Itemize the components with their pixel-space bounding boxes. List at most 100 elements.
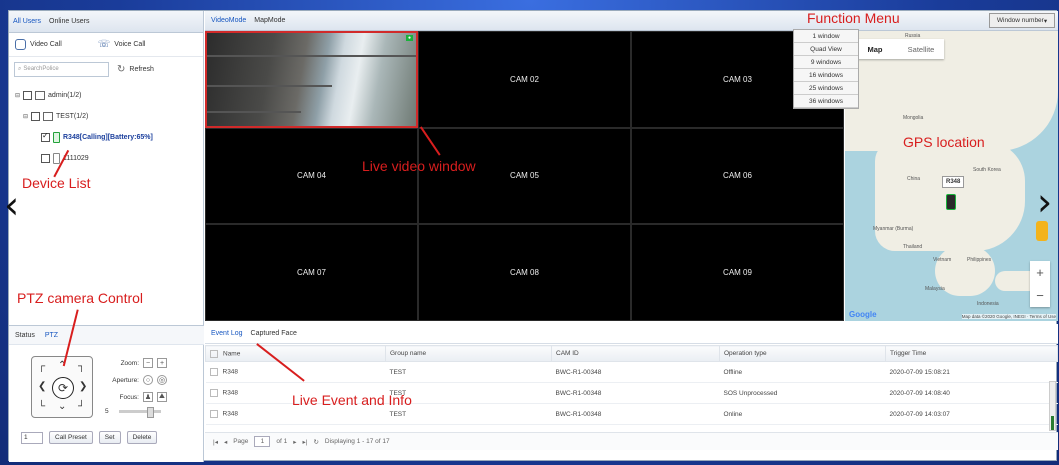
menu-item-36-windows[interactable]: 36 windows — [794, 95, 858, 108]
cell-operation: Online — [719, 403, 886, 425]
voice-call-label: Voice Call — [114, 41, 146, 48]
video-cell[interactable]: CAM 04 — [205, 127, 418, 225]
tree-node-test[interactable]: ⊟ TEST(1/2) — [15, 106, 153, 127]
search-input[interactable]: ⌕ SearchPolice — [14, 61, 109, 77]
tree-checkbox[interactable] — [41, 131, 50, 142]
street-view-icon[interactable] — [1036, 221, 1048, 241]
tab-status[interactable]: Status — [15, 332, 35, 339]
ptz-center-icon[interactable]: ⟳ — [52, 377, 74, 399]
video-cell[interactable]: CAM 06 — [631, 127, 844, 225]
collapse-icon[interactable]: ⊟ — [15, 92, 20, 99]
menu-item-9-windows[interactable]: 9 windows — [794, 56, 858, 69]
tree-node-1111029[interactable]: 1111029 — [15, 148, 153, 169]
preset-number-stepper[interactable]: 1 — [21, 431, 43, 444]
map-type-control: Map Satellite — [852, 39, 944, 59]
up-right-icon[interactable]: ┐ — [78, 361, 85, 372]
row-checkbox[interactable] — [209, 389, 218, 397]
tab-ptz[interactable]: PTZ — [45, 332, 58, 339]
table-row[interactable]: R348 TEST BWC-R1-00348 Offline 2020-07-0… — [205, 361, 1058, 383]
column-header-trigger-time[interactable]: Trigger Time — [885, 345, 1058, 362]
cell-text: R348 — [222, 410, 239, 418]
tree-label: 1111029 — [63, 155, 89, 162]
focus-near-icon[interactable]: ♟ — [143, 392, 153, 402]
aperture-open-icon[interactable]: ◎ — [157, 375, 167, 385]
collapse-icon[interactable]: ⊟ — [23, 113, 28, 120]
window-number-dropdown[interactable]: Window number ▾ — [989, 13, 1055, 28]
tree-checkbox[interactable] — [31, 112, 41, 121]
menu-item-16-windows[interactable]: 16 windows — [794, 69, 858, 82]
last-page-icon[interactable]: ▸| — [303, 438, 308, 446]
refresh-button[interactable]: ↻ Refresh — [117, 64, 154, 75]
feed-detail — [207, 111, 302, 113]
map-type-satellite-button[interactable]: Satellite — [898, 45, 944, 54]
menu-item-25-windows[interactable]: 25 windows — [794, 82, 858, 95]
tree-node-admin[interactable]: ⊟ admin(1/2) — [15, 85, 153, 106]
up-left-icon[interactable]: ┌ — [38, 361, 45, 372]
page-input[interactable]: 1 — [254, 436, 271, 447]
previous-slide-icon[interactable]: ‹ — [4, 186, 19, 224]
tree-node-r348[interactable]: R348[Calling][Battery:65%] — [15, 127, 153, 148]
map-zoom-in-icon[interactable]: + — [1036, 265, 1044, 280]
video-cell[interactable]: CAM 09 — [631, 224, 844, 321]
column-header-cam-id[interactable]: CAM ID — [551, 345, 720, 362]
menu-item-quad-view[interactable]: Quad View — [794, 43, 858, 56]
annotation-live-video: Live video window — [362, 158, 476, 174]
first-page-icon[interactable]: |◂ — [213, 438, 218, 446]
video-cell[interactable]: CAM 07 — [205, 224, 418, 321]
tree-label: admin(1/2) — [48, 92, 82, 99]
column-header-name[interactable]: Name — [205, 345, 386, 362]
set-preset-button[interactable]: Set — [98, 431, 121, 444]
voice-call-button[interactable]: ☏ Voice Call — [98, 39, 146, 50]
call-preset-button[interactable]: Call Preset — [49, 431, 93, 444]
map-label: Indonesia — [977, 301, 999, 307]
tab-video-mode[interactable]: VideoMode — [211, 17, 246, 24]
preset-value: 1 — [24, 434, 28, 441]
video-call-icon — [15, 39, 26, 50]
next-page-icon[interactable]: ▸ — [293, 438, 296, 446]
delete-preset-button[interactable]: Delete — [126, 431, 158, 444]
video-cell[interactable]: CAM 05 — [418, 127, 631, 225]
prev-page-icon[interactable]: ◂ — [224, 438, 227, 446]
column-header-group[interactable]: Group name — [385, 345, 552, 362]
map-zoom-out-icon[interactable]: − — [1036, 288, 1044, 303]
right-icon[interactable]: ❯ — [79, 381, 87, 392]
select-all-checkbox[interactable] — [210, 349, 218, 358]
annotation-device-list: Device List — [22, 175, 91, 191]
down-right-icon[interactable]: ┘ — [78, 401, 85, 412]
zoom-in-icon[interactable]: + — [157, 358, 167, 368]
tab-event-log[interactable]: Event Log — [211, 330, 243, 337]
device-marker-label[interactable]: R348 — [942, 176, 965, 188]
cell-text: R348 — [222, 389, 239, 397]
gps-map[interactable]: Russia Mongolia China South Korea Myanma… — [845, 31, 1058, 321]
tab-online-users[interactable]: Online Users — [49, 18, 89, 25]
row-checkbox[interactable] — [209, 410, 218, 418]
down-icon[interactable]: ⌄ — [58, 401, 66, 412]
video-cell-live[interactable]: ● — [205, 31, 418, 128]
video-cell[interactable]: CAM 08 — [418, 224, 631, 321]
device-pin-icon[interactable] — [946, 194, 956, 210]
menu-item-1-window[interactable]: 1 window — [794, 30, 858, 43]
tab-captured-face[interactable]: Captured Face — [251, 330, 297, 337]
column-header-operation[interactable]: Operation type — [719, 345, 886, 362]
tree-checkbox[interactable] — [23, 91, 33, 100]
table-scrollbar[interactable] — [1049, 381, 1056, 431]
left-panel: All Users Online Users Video Call ☏ Voic… — [9, 11, 204, 462]
chevron-down-icon: ▾ — [1043, 17, 1048, 25]
left-icon[interactable]: ❮ — [38, 381, 46, 392]
cell-operation: SOS Unprocessed — [719, 382, 886, 404]
speed-slider[interactable] — [119, 407, 161, 418]
tree-checkbox[interactable] — [41, 154, 50, 163]
next-slide-icon[interactable]: › — [1037, 183, 1052, 221]
aperture-close-icon[interactable]: ○ — [143, 375, 153, 385]
cell-cam-id: BWC-R1-00348 — [551, 361, 720, 383]
zoom-out-icon[interactable]: − — [143, 358, 153, 368]
focus-far-icon[interactable]: ⛰ — [157, 392, 167, 402]
tab-map-mode[interactable]: MapMode — [254, 17, 285, 24]
row-checkbox[interactable] — [209, 368, 218, 376]
search-row: ⌕ SearchPolice ↻ Refresh — [9, 57, 203, 81]
video-call-button[interactable]: Video Call — [15, 39, 62, 50]
tab-all-users[interactable]: All Users — [13, 18, 41, 25]
refresh-icon[interactable]: ↻ — [313, 438, 318, 446]
video-cell[interactable]: CAM 02 — [418, 31, 631, 128]
down-left-icon[interactable]: └ — [38, 401, 45, 412]
